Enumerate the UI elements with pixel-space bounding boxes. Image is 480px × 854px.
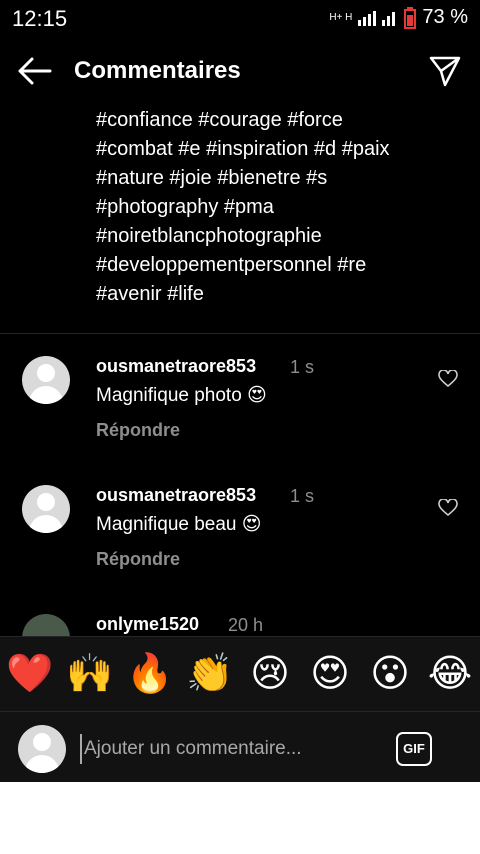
- post-caption: #confiance #courage #force #combat #e #i…: [96, 106, 466, 309]
- comment-item: ousmanetraore853 1 s Magnifique photo 😍 …: [0, 356, 480, 466]
- emoji-heart[interactable]: ❤️: [5, 651, 55, 697]
- page-title: Commentaires: [74, 57, 241, 84]
- divider: [0, 333, 480, 334]
- comment-input[interactable]: [80, 734, 386, 764]
- caption-line[interactable]: #confiance #courage #force: [96, 106, 466, 135]
- comment-time: 20 h: [228, 615, 264, 635]
- caption-line[interactable]: #combat #e #inspiration #d #paix: [96, 135, 466, 164]
- send-icon[interactable]: [428, 54, 462, 88]
- comment-composer: ❤️ 🙌 🔥 👏 😢 😍 😮 😂 GIF: [0, 636, 480, 782]
- comment-username[interactable]: ousmanetraore853: [96, 485, 256, 506]
- emoji-heart-eyes[interactable]: 😍: [305, 651, 355, 697]
- caption-line[interactable]: #noiretblancphotographie: [96, 222, 466, 251]
- heart-outline-icon[interactable]: [438, 499, 458, 517]
- emoji-laughing[interactable]: 😂: [425, 651, 475, 697]
- status-icons: H+ H 73 %: [329, 6, 468, 29]
- comments-screen: 12:15 H+ H 73 % Commentaires #confiance …: [0, 0, 480, 782]
- caption-line[interactable]: #photography #pma: [96, 193, 466, 222]
- battery-percent: 73 %: [422, 6, 468, 28]
- comment-time: 1 s: [290, 357, 315, 377]
- battery-icon: [404, 6, 417, 29]
- reply-button[interactable]: Répondre: [96, 549, 180, 570]
- emoji-fire[interactable]: 🔥: [125, 651, 175, 697]
- caption-line[interactable]: #avenir #life: [96, 280, 466, 309]
- heart-outline-icon[interactable]: [438, 370, 458, 388]
- status-time: 12:15: [12, 6, 68, 31]
- comment-text: Magnifique beau 😍: [96, 514, 262, 535]
- comment-username[interactable]: ousmanetraore853: [96, 356, 256, 377]
- avatar[interactable]: [22, 485, 70, 533]
- app-bar: Commentaires: [0, 44, 480, 100]
- emoji-crying[interactable]: 😢: [245, 651, 295, 697]
- comment-item: ousmanetraore853 1 s Magnifique beau 😍 R…: [0, 485, 480, 595]
- reply-button[interactable]: Répondre: [96, 420, 180, 441]
- emoji-clap[interactable]: 👏: [185, 651, 235, 697]
- back-arrow-icon[interactable]: [16, 56, 52, 86]
- avatar: [18, 725, 66, 773]
- quick-emoji-bar: ❤️ 🙌 🔥 👏 😢 😍 😮 😂: [0, 651, 480, 697]
- status-bar: 12:15 H+ H 73 %: [0, 0, 480, 36]
- caption-line[interactable]: #developpementpersonnel #re: [96, 251, 466, 280]
- comment-text: Magnifique photo 😍: [96, 385, 267, 406]
- caption-line[interactable]: #nature #joie #bienetre #s: [96, 164, 466, 193]
- emoji-raised-hands[interactable]: 🙌: [65, 651, 115, 697]
- avatar[interactable]: [22, 356, 70, 404]
- emoji-surprised[interactable]: 😮: [365, 651, 415, 697]
- input-row: GIF: [0, 711, 480, 782]
- comment-time: 1 s: [290, 486, 315, 506]
- signal-icon: [358, 10, 396, 26]
- comment-username[interactable]: onlyme1520: [96, 614, 199, 635]
- gif-button[interactable]: GIF: [396, 732, 432, 766]
- network-icon: H+ H: [329, 12, 353, 23]
